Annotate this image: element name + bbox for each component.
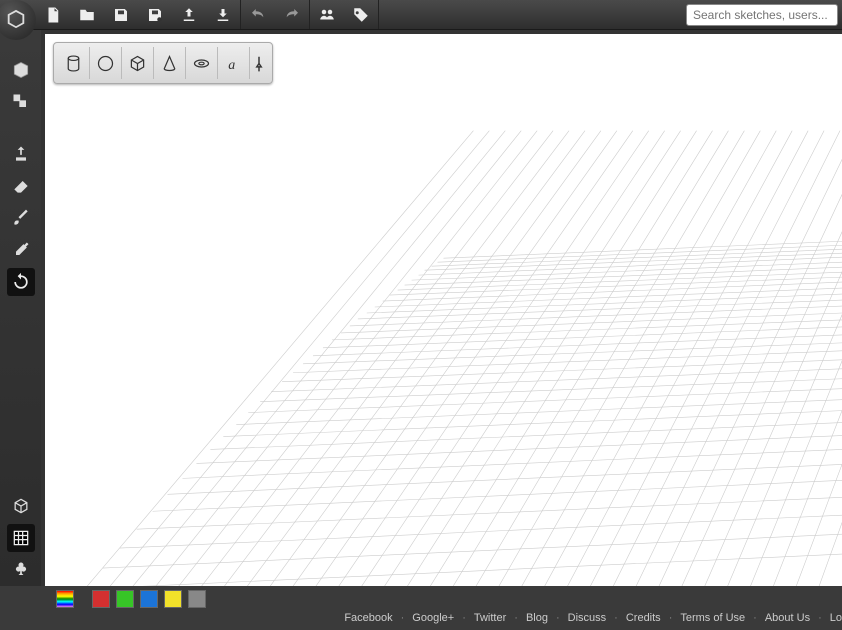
canvas-viewport[interactable]: a: [41, 30, 842, 586]
download-icon: [214, 6, 232, 24]
box-icon: [127, 53, 148, 74]
history-group: [241, 0, 310, 29]
gray-swatch[interactable]: [188, 590, 206, 608]
cone-icon: [159, 53, 180, 74]
yellow-swatch[interactable]: [164, 590, 182, 608]
main-area: a: [0, 30, 842, 586]
torus-shape-button[interactable]: [186, 47, 218, 79]
cube-outline-icon: [11, 496, 31, 516]
eraser-icon: [11, 176, 31, 196]
left-sidebar: [0, 30, 41, 586]
text-icon: a: [223, 53, 244, 74]
cone-shape-button[interactable]: [154, 47, 186, 79]
grid-icon: [11, 528, 31, 548]
extrude-icon: [11, 144, 31, 164]
footer-blog-link[interactable]: Blog: [526, 612, 548, 624]
eyedropper-icon: [11, 240, 31, 260]
save-button[interactable]: [104, 0, 138, 30]
text-shape-button[interactable]: a: [218, 47, 250, 79]
pull-tool-button[interactable]: [7, 140, 35, 168]
footer-terms-link[interactable]: Terms of Use: [680, 612, 745, 624]
footer-links: Facebook· Google+· Twitter· Blog· Discus…: [280, 608, 842, 624]
fill-mode-button[interactable]: [7, 492, 35, 520]
community-button[interactable]: [310, 0, 344, 30]
box-shape-button[interactable]: [122, 47, 154, 79]
eraser-tool-button[interactable]: [7, 172, 35, 200]
search-input[interactable]: [686, 4, 838, 26]
help-button[interactable]: [344, 0, 378, 30]
color-swatches: [0, 586, 842, 608]
file-group: [36, 0, 241, 29]
brush-tool-button[interactable]: [7, 204, 35, 232]
footer-about-link[interactable]: About Us: [765, 612, 810, 624]
download-button[interactable]: [206, 0, 240, 30]
save-icon: [112, 6, 130, 24]
sphere-icon: [95, 53, 116, 74]
undo-icon: [249, 6, 267, 24]
upload-icon: [180, 6, 198, 24]
top-toolbar: [0, 0, 842, 30]
footer-login-link[interactable]: Lo: [830, 612, 842, 624]
bottom-bar: Facebook· Google+· Twitter· Blog· Discus…: [0, 586, 842, 630]
redo-icon: [283, 6, 301, 24]
shapes-tool-button[interactable]: [7, 56, 35, 84]
tag-icon: [352, 6, 370, 24]
cube-icon: [5, 8, 27, 30]
footer-twitter-link[interactable]: Twitter: [474, 612, 506, 624]
upload-button[interactable]: [172, 0, 206, 30]
footer-facebook-link[interactable]: Facebook: [344, 612, 392, 624]
red-swatch[interactable]: [92, 590, 110, 608]
cylinder-shape-button[interactable]: [58, 47, 90, 79]
save-as-button[interactable]: [138, 0, 172, 30]
open-file-button[interactable]: [70, 0, 104, 30]
svg-text:a: a: [228, 57, 235, 72]
footer-credits-link[interactable]: Credits: [626, 612, 661, 624]
brush-icon: [11, 208, 31, 228]
rainbow-swatch[interactable]: [56, 590, 74, 608]
people-icon: [318, 6, 336, 24]
clubs-icon: [11, 560, 31, 580]
pin-toolbar-button[interactable]: [250, 47, 268, 79]
green-swatch[interactable]: [116, 590, 134, 608]
folder-icon: [78, 6, 96, 24]
blocks-icon: [11, 92, 31, 112]
search-container: [686, 4, 838, 26]
perspective-grid: [45, 34, 842, 586]
footer-googleplus-link[interactable]: Google+: [412, 612, 454, 624]
new-file-button[interactable]: [36, 0, 70, 30]
sphere-shape-button[interactable]: [90, 47, 122, 79]
torus-icon: [191, 53, 212, 74]
snap-toggle-button[interactable]: [7, 556, 35, 584]
social-group: [310, 0, 379, 29]
reset-view-button[interactable]: [7, 268, 35, 296]
sync-icon: [11, 272, 31, 292]
shape-flyout-toolbar: a: [53, 42, 273, 84]
grid-toggle-button[interactable]: [7, 524, 35, 552]
3d-shape-icon: [11, 60, 31, 80]
app-logo[interactable]: [0, 0, 36, 40]
blue-swatch[interactable]: [140, 590, 158, 608]
eyedropper-tool-button[interactable]: [7, 236, 35, 264]
redo-button[interactable]: [275, 0, 309, 30]
pin-icon: [250, 53, 268, 74]
save-as-icon: [146, 6, 164, 24]
undo-button[interactable]: [241, 0, 275, 30]
cylinder-icon: [63, 53, 84, 74]
footer-discuss-link[interactable]: Discuss: [568, 612, 607, 624]
file-icon: [44, 6, 62, 24]
group-tool-button[interactable]: [7, 88, 35, 116]
